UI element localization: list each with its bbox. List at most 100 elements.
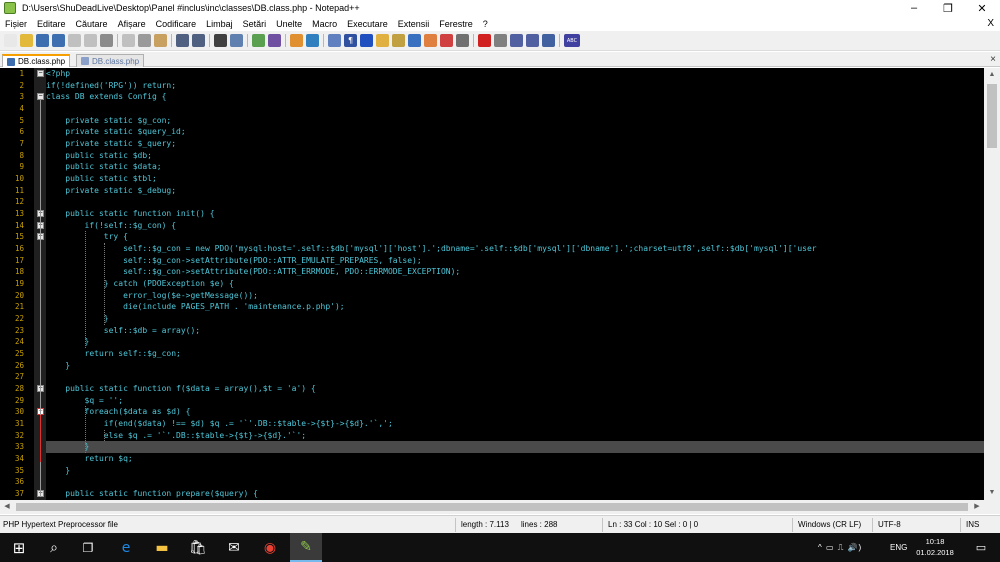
code-line[interactable]: return self::$g_con; bbox=[46, 348, 984, 360]
sync-h-icon[interactable] bbox=[306, 34, 319, 47]
function-list-icon[interactable] bbox=[408, 34, 421, 47]
menu-item[interactable]: Macro bbox=[307, 19, 342, 29]
code-line[interactable]: if(end($data) !== $d) $q .= '`'.DB::$tab… bbox=[46, 418, 984, 430]
code-line[interactable]: public static $tbl; bbox=[46, 173, 984, 185]
code-line[interactable]: private static $_query; bbox=[46, 138, 984, 150]
notifications-icon[interactable]: ▭ bbox=[966, 533, 996, 562]
code-line[interactable]: private static $_debug; bbox=[46, 185, 984, 197]
close-all-icon[interactable] bbox=[84, 34, 97, 47]
redo-icon[interactable] bbox=[192, 34, 205, 47]
code-line[interactable]: if(!defined('RPG')) return; bbox=[46, 80, 984, 92]
scroll-down-icon[interactable]: ▼ bbox=[984, 486, 1000, 500]
find-icon[interactable] bbox=[214, 34, 227, 47]
menu-item[interactable]: Unelte bbox=[271, 19, 307, 29]
status-eol[interactable]: Windows (CR LF) bbox=[798, 516, 861, 534]
menu-item[interactable]: Executare bbox=[342, 19, 393, 29]
code-line[interactable]: public static $db; bbox=[46, 150, 984, 162]
stop-macro-icon[interactable] bbox=[494, 34, 507, 47]
minimize-button[interactable]: – bbox=[898, 0, 930, 16]
code-line[interactable]: try { bbox=[46, 231, 984, 243]
fold-toggle-icon[interactable]: − bbox=[37, 70, 44, 77]
vertical-scroll-thumb[interactable] bbox=[987, 84, 997, 148]
code-line[interactable] bbox=[46, 371, 984, 383]
start-button[interactable]: ⊞ bbox=[4, 533, 34, 562]
menu-item[interactable]: Limbaj bbox=[201, 19, 238, 29]
menu-item[interactable]: Extensii bbox=[393, 19, 435, 29]
search-button[interactable]: ⌕ bbox=[40, 533, 68, 562]
code-line[interactable]: public static function f($data = array()… bbox=[46, 383, 984, 395]
show-all-chars-icon[interactable]: ¶ bbox=[344, 34, 357, 47]
task-view-button[interactable]: ❐ bbox=[74, 533, 102, 562]
print-icon[interactable] bbox=[100, 34, 113, 47]
folder-workspace-icon[interactable] bbox=[424, 34, 437, 47]
scroll-up-icon[interactable]: ▲ bbox=[984, 68, 1000, 82]
menu-item[interactable]: Ferestre bbox=[434, 19, 478, 29]
code-line[interactable]: } catch (PDOException $e) { bbox=[46, 278, 984, 290]
file-explorer-icon[interactable]: ▬ bbox=[146, 533, 178, 562]
vertical-scrollbar[interactable]: ▲ ▼ bbox=[984, 68, 1000, 500]
indent-guide-icon[interactable] bbox=[360, 34, 373, 47]
save-icon[interactable] bbox=[36, 34, 49, 47]
tab-db-class-php-active[interactable]: DB.class.php bbox=[2, 54, 71, 67]
doc-map-icon[interactable] bbox=[392, 34, 405, 47]
horizontal-scrollbar[interactable]: ◀ ▶ bbox=[0, 500, 984, 514]
code-line[interactable]: } bbox=[46, 313, 984, 325]
zoom-in-icon[interactable] bbox=[252, 34, 265, 47]
code-line[interactable]: private static $query_id; bbox=[46, 126, 984, 138]
cut-icon[interactable] bbox=[122, 34, 135, 47]
code-line[interactable]: self::$g_con = new PDO('mysql:host='.sel… bbox=[46, 243, 984, 255]
store-icon[interactable]: 🛍 bbox=[182, 533, 214, 562]
horizontal-scroll-thumb[interactable] bbox=[16, 503, 968, 511]
code-line[interactable]: } bbox=[46, 336, 984, 348]
code-line[interactable]: $q = ''; bbox=[46, 395, 984, 407]
clock[interactable]: 10:18 01.02.2018 bbox=[912, 536, 958, 558]
spell-check-icon[interactable]: ABC bbox=[564, 34, 580, 47]
menu-item[interactable]: ? bbox=[478, 19, 493, 29]
sync-v-icon[interactable] bbox=[290, 34, 303, 47]
word-wrap-icon[interactable] bbox=[328, 34, 341, 47]
code-line[interactable]: public static $data; bbox=[46, 161, 984, 173]
zoom-out-icon[interactable] bbox=[268, 34, 281, 47]
monitor-icon[interactable] bbox=[440, 34, 453, 47]
code-line[interactable] bbox=[46, 103, 984, 115]
status-insert-mode[interactable]: INS bbox=[966, 516, 979, 534]
code-line[interactable]: } bbox=[46, 465, 984, 477]
code-line[interactable]: public static function init() { bbox=[46, 208, 984, 220]
code-line[interactable]: class DB extends Config { bbox=[46, 91, 984, 103]
code-editor[interactable]: <?php 1 − if(!defined('RPG')) return; 2 class… bbox=[0, 68, 984, 500]
code-line[interactable]: public static function prepare($query) { bbox=[46, 488, 984, 500]
save-all-icon[interactable] bbox=[52, 34, 65, 47]
code-line[interactable]: } bbox=[46, 360, 984, 372]
chrome-icon[interactable]: ◉ bbox=[254, 533, 286, 562]
new-file-icon[interactable] bbox=[4, 34, 17, 47]
code-line[interactable]: else $q .= '`'.DB::$table->{$t}->{$d}.'`… bbox=[46, 430, 984, 442]
close-document-button[interactable]: X bbox=[987, 16, 994, 31]
edge-icon[interactable]: e bbox=[110, 533, 142, 562]
notepadpp-icon[interactable]: ✎ bbox=[290, 533, 322, 562]
fold-toggle-icon[interactable]: − bbox=[37, 93, 44, 101]
paste-icon[interactable] bbox=[154, 34, 167, 47]
menu-item[interactable]: Editare bbox=[32, 19, 71, 29]
undo-icon[interactable] bbox=[176, 34, 189, 47]
scroll-right-icon[interactable]: ▶ bbox=[970, 500, 984, 514]
scroll-left-icon[interactable]: ◀ bbox=[0, 500, 14, 514]
code-line[interactable]: <?php bbox=[46, 68, 984, 80]
code-line[interactable] bbox=[46, 476, 984, 488]
close-window-button[interactable]: ✕ bbox=[966, 0, 998, 16]
copy-icon[interactable] bbox=[138, 34, 151, 47]
close-icon[interactable] bbox=[68, 34, 81, 47]
menu-item[interactable]: Căutare bbox=[71, 19, 113, 29]
play-multiple-icon[interactable] bbox=[526, 34, 539, 47]
code-line[interactable] bbox=[46, 196, 984, 208]
tray-icons[interactable]: ^ ▭ ⎍ 🔊) bbox=[818, 533, 862, 562]
code-line[interactable]: self::$db = array(); bbox=[46, 325, 984, 337]
menu-item[interactable]: Setări bbox=[238, 19, 272, 29]
code-line[interactable]: foreach($data as $d) { bbox=[46, 406, 984, 418]
record-macro-icon[interactable] bbox=[478, 34, 491, 47]
save-macro-icon[interactable] bbox=[542, 34, 555, 47]
udl-icon[interactable] bbox=[376, 34, 389, 47]
current-code-line[interactable]: } bbox=[46, 441, 984, 454]
code-line[interactable]: private static $g_con; bbox=[46, 115, 984, 127]
maximize-button[interactable]: ❐ bbox=[932, 0, 964, 16]
menu-item[interactable]: Fișier bbox=[0, 19, 32, 29]
